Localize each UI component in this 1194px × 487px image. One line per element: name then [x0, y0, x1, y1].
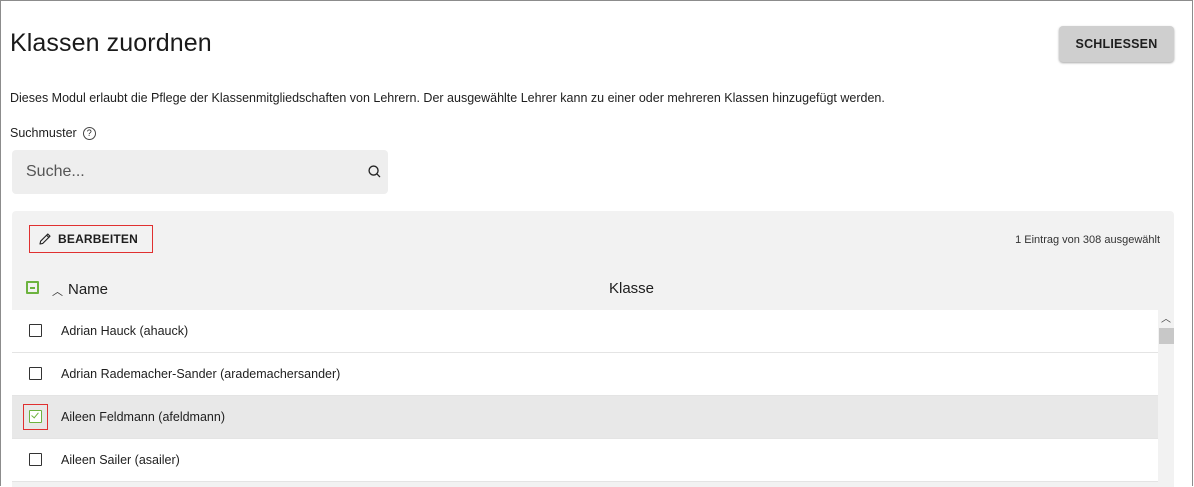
table-row[interactable]: Aileen Feldmann (afeldmann) — [12, 396, 1158, 439]
table-row[interactable]: Adrian Hauck (ahauck) — [12, 310, 1158, 353]
row-checkbox[interactable] — [29, 324, 42, 337]
table-body: Adrian Hauck (ahauck) Adrian Rademacher-… — [12, 310, 1158, 482]
page-title: Klassen zuordnen — [10, 29, 212, 57]
scroll-up-icon[interactable]: ︿ — [1161, 310, 1171, 325]
select-all-checkbox[interactable] — [26, 281, 39, 294]
row-name: Aileen Sailer (asailer) — [61, 453, 180, 467]
row-checkbox[interactable] — [29, 367, 42, 380]
close-button[interactable]: SCHLIESSEN — [1059, 26, 1174, 62]
scrollbar-thumb[interactable] — [1159, 328, 1174, 344]
sort-ascending-icon[interactable]: ︿ — [52, 283, 63, 299]
edit-button-label: BEARBEITEN — [58, 232, 139, 246]
help-circle-icon[interactable]: ? — [82, 126, 96, 140]
edit-button[interactable]: BEARBEITEN — [29, 225, 153, 253]
column-header-klasse[interactable]: Klasse — [609, 280, 654, 297]
column-header-name[interactable]: Name — [68, 281, 108, 298]
row-checkbox[interactable] — [29, 410, 42, 423]
table-header: ︿ Name Klasse — [12, 269, 1174, 309]
search-box — [12, 150, 388, 194]
row-name: Adrian Rademacher-Sander (arademachersan… — [61, 367, 341, 381]
pencil-icon — [39, 233, 51, 245]
search-input[interactable] — [12, 150, 342, 194]
search-label: Suchmuster ? — [10, 126, 96, 140]
row-name: Adrian Hauck (ahauck) — [61, 324, 189, 338]
row-checkbox[interactable] — [29, 453, 42, 466]
selection-status: 1 Eintrag von 308 ausgewählt — [1015, 234, 1160, 246]
module-description: Dieses Modul erlaubt die Pflege der Klas… — [10, 91, 885, 105]
search-label-text: Suchmuster — [10, 126, 77, 140]
vertical-scrollbar[interactable]: ︿ — [1158, 310, 1174, 487]
table-row[interactable]: Adrian Rademacher-Sander (arademachersan… — [12, 353, 1158, 396]
row-name: Aileen Feldmann (afeldmann) — [61, 410, 225, 424]
table-row[interactable]: Aileen Sailer (asailer) — [12, 439, 1158, 482]
teacher-grid: BEARBEITEN 1 Eintrag von 308 ausgewählt … — [12, 211, 1174, 487]
search-icon[interactable] — [367, 164, 382, 179]
